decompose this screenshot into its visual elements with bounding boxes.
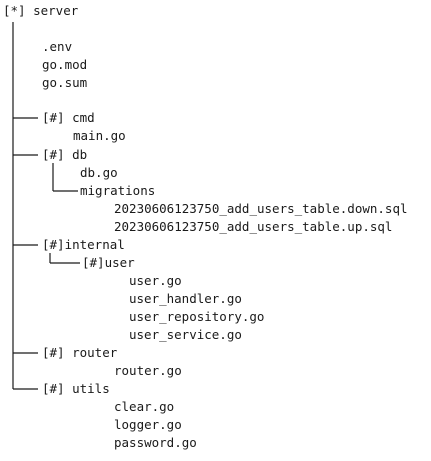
node-server: [*] server	[3, 3, 79, 18]
node-user-service: user_service.go	[129, 327, 242, 342]
node-passwordgo: password.go	[114, 435, 197, 450]
node-maingo: main.go	[73, 128, 126, 143]
node-migration-up: 20230606123750_add_users_table.up.sql	[114, 219, 393, 234]
node-internal: [#]internal	[42, 237, 125, 252]
node-router: [#] router	[42, 345, 118, 360]
node-db: [#] db	[42, 147, 88, 162]
node-env: .env	[42, 39, 73, 54]
node-migration-down: 20230606123750_add_users_table.down.sql	[114, 201, 408, 216]
file-tree-diagram: [*] server .env go.mod go.sum [#] cmd ma…	[0, 0, 431, 461]
node-routergo: router.go	[114, 363, 182, 378]
node-gosum: go.sum	[42, 75, 88, 90]
node-utils: [#] utils	[42, 381, 110, 396]
node-user-handler: user_handler.go	[129, 291, 242, 306]
node-migrations: migrations	[80, 183, 156, 198]
node-user: [#]user	[82, 255, 135, 270]
node-user-repository: user_repository.go	[129, 309, 265, 324]
node-cleargo: clear.go	[114, 399, 175, 414]
node-dbgo: db.go	[80, 165, 118, 180]
node-cmd: [#] cmd	[42, 110, 95, 125]
node-loggergo: logger.go	[114, 417, 182, 432]
node-usergo: user.go	[129, 273, 182, 288]
node-gomod: go.mod	[42, 57, 88, 72]
